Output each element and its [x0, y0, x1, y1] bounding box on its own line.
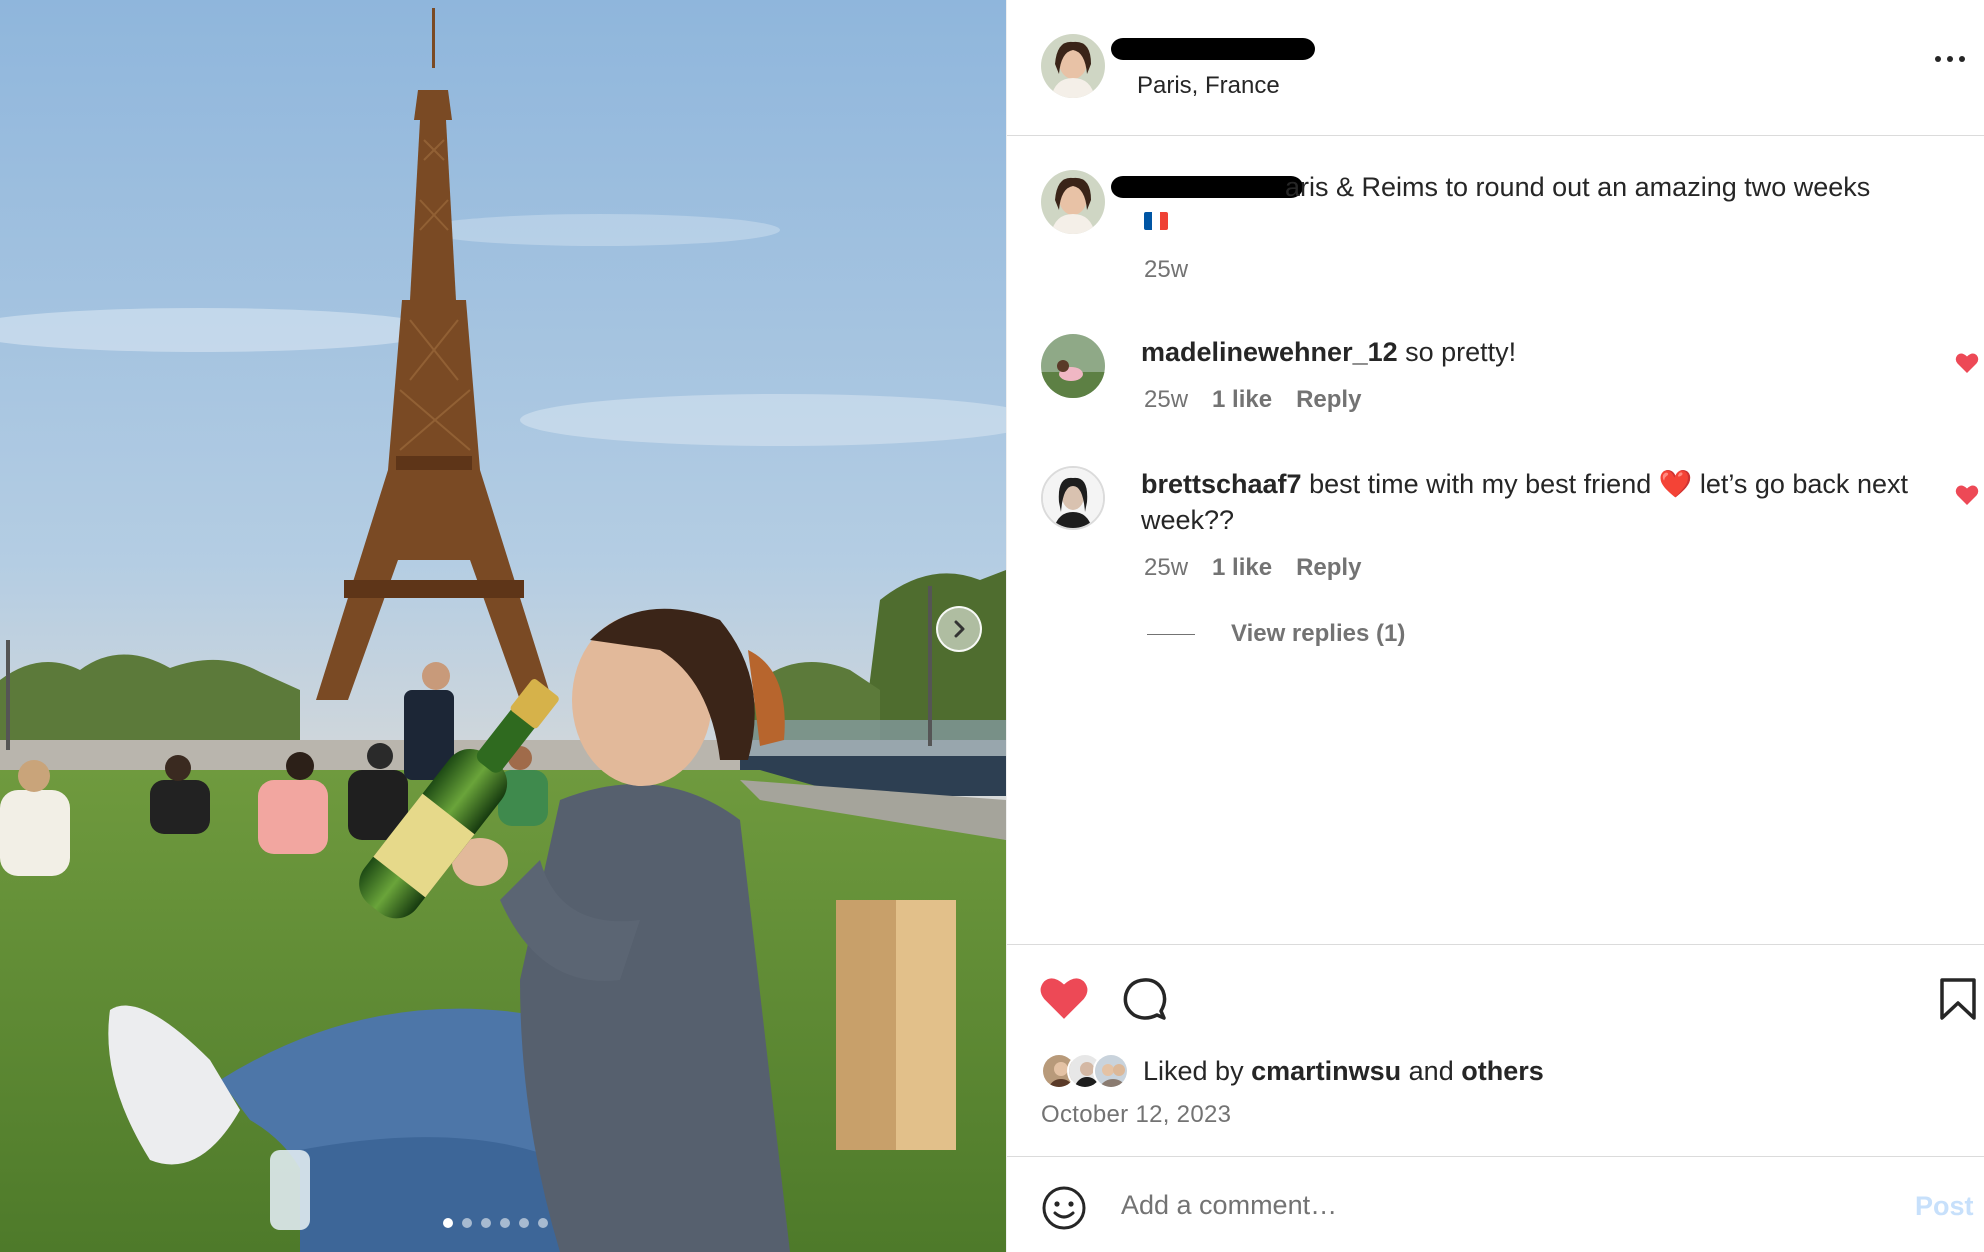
comment-icon[interactable]	[1121, 975, 1169, 1023]
commenter-avatar[interactable]	[1041, 334, 1105, 398]
comment-text: so pretty!	[1405, 337, 1517, 367]
liked-by-text: Liked by cmartinwsu and others	[1143, 1056, 1544, 1087]
heart-filled-icon[interactable]	[1039, 975, 1089, 1021]
replies-divider	[1147, 633, 1195, 635]
liked-by-row: Liked by cmartinwsu and others	[1041, 1053, 1544, 1089]
comment-time[interactable]: 25w	[1144, 554, 1188, 582]
france-flag-icon	[1144, 212, 1168, 230]
comment-username[interactable]: madelinewehner_12	[1141, 337, 1398, 367]
bookmark-icon[interactable]	[1939, 977, 1977, 1021]
carousel-dot[interactable]	[481, 1218, 491, 1228]
view-replies-button[interactable]: View replies (1)	[1147, 620, 1405, 648]
comment-item: brettschaaf7 best time with my best frie…	[1141, 466, 1921, 538]
comment-time[interactable]: 25w	[1144, 386, 1188, 414]
carousel-dot[interactable]	[500, 1218, 510, 1228]
redacted-username	[1111, 38, 1315, 60]
comment-composer: Post	[1007, 1156, 1984, 1252]
carousel-next-button[interactable]	[936, 606, 982, 652]
carousel-dot[interactable]	[443, 1218, 453, 1228]
post-photo[interactable]	[0, 0, 1006, 1252]
post-button[interactable]: Post	[1915, 1191, 1974, 1222]
redacted-caption-username	[1111, 176, 1303, 198]
author-avatar[interactable]	[1041, 34, 1105, 98]
post-actions: Liked by cmartinwsu and others October 1…	[1007, 944, 1984, 1156]
comment-item: madelinewehner_12 so pretty!	[1141, 334, 1921, 370]
comment-like-heart-icon[interactable]	[1955, 484, 1979, 506]
caption-text: aris & Reims to round out an amazing two…	[1285, 172, 1871, 202]
caption-author-avatar[interactable]	[1041, 170, 1105, 234]
comment-meta: 25w 1 like Reply	[1144, 554, 1361, 582]
carousel-dot[interactable]	[462, 1218, 472, 1228]
comment-likes[interactable]: 1 like	[1212, 386, 1272, 414]
commenter-avatar[interactable]	[1041, 466, 1105, 530]
liked-by-and: and	[1408, 1055, 1454, 1086]
carousel-dot[interactable]	[538, 1218, 548, 1228]
post-detail-panel: Paris, France aris & Reims to round out …	[1006, 0, 1984, 1252]
more-options-button[interactable]	[1931, 52, 1969, 66]
carousel-dot[interactable]	[519, 1218, 529, 1228]
comment-username[interactable]: brettschaaf7	[1141, 469, 1302, 499]
chevron-right-icon	[954, 620, 965, 638]
reply-button[interactable]: Reply	[1296, 386, 1361, 414]
post-location[interactable]: Paris, France	[1137, 72, 1280, 100]
comment-like-heart-icon[interactable]	[1955, 352, 1979, 374]
comment-likes[interactable]: 1 like	[1212, 554, 1272, 582]
view-replies-label: View replies (1)	[1231, 620, 1406, 647]
carousel-dots	[443, 1218, 548, 1228]
liked-by-others[interactable]: others	[1461, 1056, 1544, 1086]
liked-by-prefix: Liked by	[1143, 1055, 1244, 1086]
post-header: Paris, France	[1007, 0, 1984, 136]
reply-button[interactable]: Reply	[1296, 554, 1361, 582]
liker-avatar[interactable]	[1093, 1053, 1129, 1089]
post-date: October 12, 2023	[1041, 1101, 1232, 1128]
liked-by-user[interactable]: cmartinwsu	[1251, 1056, 1401, 1086]
caption-meta: 25w	[1144, 256, 1188, 284]
caption-time[interactable]: 25w	[1144, 256, 1188, 284]
more-options-icon	[1935, 56, 1941, 62]
comment-input[interactable]	[1121, 1181, 1821, 1229]
comment-meta: 25w 1 like Reply	[1144, 386, 1361, 414]
emoji-icon[interactable]	[1041, 1185, 1087, 1231]
